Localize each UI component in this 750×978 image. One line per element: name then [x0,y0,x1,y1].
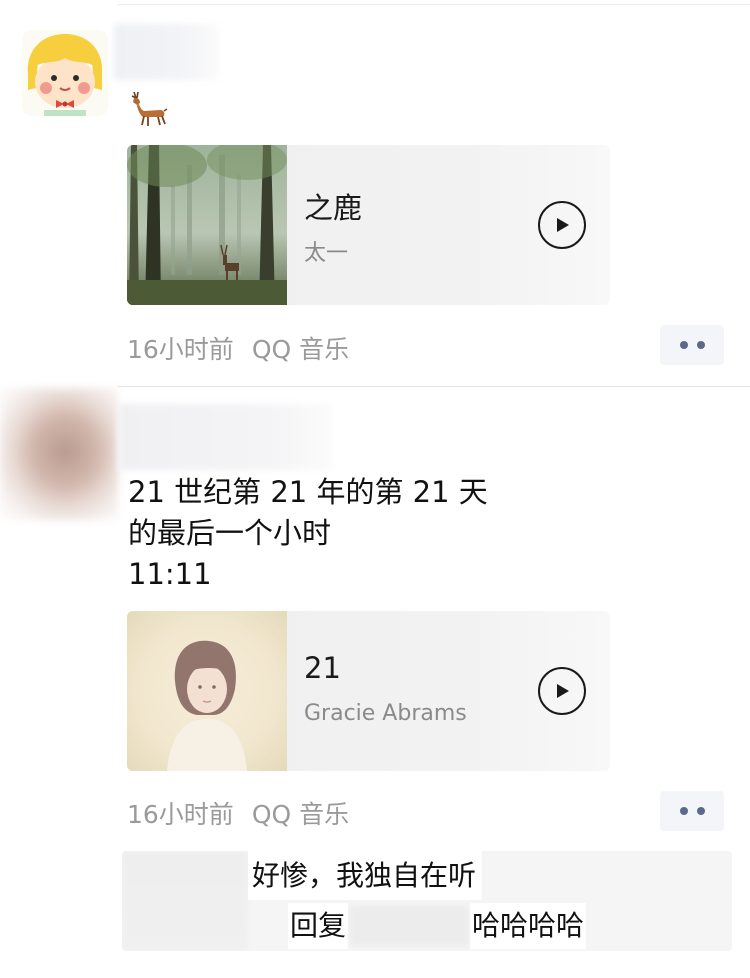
reply-prefix: 回复 [288,903,349,949]
post-text-line: 11:11 [128,557,212,591]
cartoon-avatar-icon [22,30,108,116]
song-artist: Gracie Abrams [304,701,467,726]
song-title: 21 [304,651,341,685]
divider [118,4,750,5]
more-dots-icon [696,807,705,815]
play-icon [557,684,569,698]
more-dots-icon [696,341,705,349]
music-card[interactable]: 之鹿 太一 [127,145,610,305]
moments-feed: 之鹿 太一 16小时前 QQ 音乐 21 世纪第 21 年的第 21 天 的最后一… [0,0,750,978]
more-dots-icon [679,341,688,349]
divider [118,386,750,387]
comment-section: 好惨，我独自在听 回复 哈哈哈哈 [122,851,732,951]
play-button[interactable] [538,201,586,249]
post-text-line: 的最后一个小时 [128,516,332,550]
post-meta: 16小时前 QQ 音乐 [127,795,349,831]
post-time: 16小时前 [127,335,234,364]
post-text: 21 世纪第 21 年的第 21 天 的最后一个小时 11:11 [128,472,488,595]
post-meta: 16小时前 QQ 音乐 [127,330,349,366]
more-options-button[interactable] [660,325,724,365]
post-text-line: 21 世纪第 21 年的第 21 天 [128,475,488,509]
more-dots-icon [679,807,688,815]
user-name-blurred[interactable] [118,404,332,470]
user-name-blurred[interactable] [114,24,218,80]
play-icon [557,218,569,232]
post-source-link[interactable]: QQ 音乐 [252,800,349,829]
album-cover-portrait [127,611,287,771]
song-title: 之鹿 [304,191,363,225]
more-options-button[interactable] [660,791,724,831]
avatar[interactable] [22,30,108,116]
comment-text[interactable]: 好惨，我独自在听 [248,851,483,900]
moment-post: 21 世纪第 21 年的第 21 天 的最后一个小时 11:11 21 Grac… [0,386,750,978]
play-button[interactable] [538,667,586,715]
post-source-link[interactable]: QQ 音乐 [252,335,349,364]
deer-emoji-icon [128,88,168,128]
reply-text: 哈哈哈哈 [470,903,587,949]
moment-post: 之鹿 太一 16小时前 QQ 音乐 [0,0,750,386]
post-time: 16小时前 [127,800,234,829]
reply-target-name-blurred[interactable] [350,906,469,946]
commenter-name-blurred[interactable] [122,851,248,951]
song-artist: 太一 [304,241,349,266]
avatar-blurred[interactable] [0,388,118,520]
album-cover-forest-deer [127,145,287,305]
music-card[interactable]: 21 Gracie Abrams [127,611,610,771]
comment-reply[interactable]: 回复 哈哈哈哈 [288,903,587,949]
